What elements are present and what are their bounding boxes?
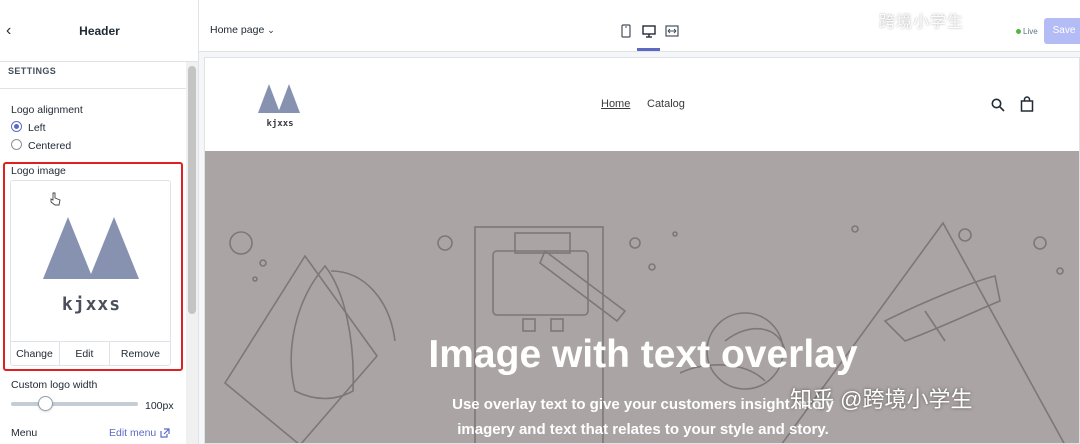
logo-image-label: Logo image [11,165,66,177]
fullscreen-icon[interactable] [665,24,679,38]
page-select[interactable]: Home page ⌄ [210,24,275,36]
live-status: Live [1023,27,1038,36]
menu-label: Menu [11,427,38,439]
nav-catalog-link[interactable]: Catalog [647,98,685,110]
hero-text-line-2: imagery and text that relates to your st… [457,421,829,438]
mobile-icon[interactable] [619,24,633,38]
section-heading: SETTINGS [8,66,57,76]
search-icon[interactable] [991,98,1005,112]
logo-width-value: 100px [145,400,174,412]
watermark-bottom: 知乎 @跨境小学生 [790,387,973,412]
change-button[interactable]: Change [10,342,60,366]
logo-alignment-label: Logo alignment [11,104,83,116]
radio-left[interactable] [11,121,22,132]
hand-cursor-icon [50,192,61,206]
desktop-icon[interactable] [642,24,656,38]
radio-centered[interactable] [11,139,22,150]
custom-logo-width-label: Custom logo width [11,379,98,391]
hero-title: Image with text overlay [428,333,858,376]
chevron-down-icon: ⌄ [267,25,275,35]
sidebar-header: ‹ Header [0,0,198,62]
store-header: kjxxs Home Catalog [205,58,1079,151]
logo-actions: Change Edit Remove [10,341,171,366]
live-status-dot [1016,29,1021,34]
logo-image-picker[interactable]: kjxxs [10,180,171,366]
radio-left-label: Left [28,122,46,134]
logo-preview [43,192,139,279]
cart-icon[interactable] [1020,96,1034,112]
store-logo-text: kjxxs [266,119,294,129]
nav-home-link[interactable]: Home [601,98,630,110]
logo-width-slider-track[interactable] [11,402,138,406]
watermark-top: 跨境小学生 [879,14,965,31]
edit-menu-link[interactable]: Edit menu [109,427,156,439]
remove-button[interactable]: Remove [110,342,171,366]
external-link-icon[interactable] [160,428,170,438]
save-button[interactable]: Save [1044,18,1080,44]
sidebar-scrollbar-thumb[interactable] [188,66,196,314]
editor-topbar: Home page ⌄ 跨境小学生 Live Save [199,0,1080,52]
page-select-label: Home page [210,24,265,36]
radio-centered-label: Centered [28,140,72,152]
edit-button[interactable]: Edit [60,342,110,366]
divider [0,88,186,89]
theme-editor-sidebar: ‹ Header SETTINGS Logo alignment Left Ce… [0,0,199,444]
store-logo[interactable] [257,82,303,114]
logo-width-slider-handle[interactable] [38,396,53,411]
logo-preview-text: kjxxs [61,294,122,315]
sidebar-title: Header [79,24,120,38]
active-device-indicator [637,48,660,51]
